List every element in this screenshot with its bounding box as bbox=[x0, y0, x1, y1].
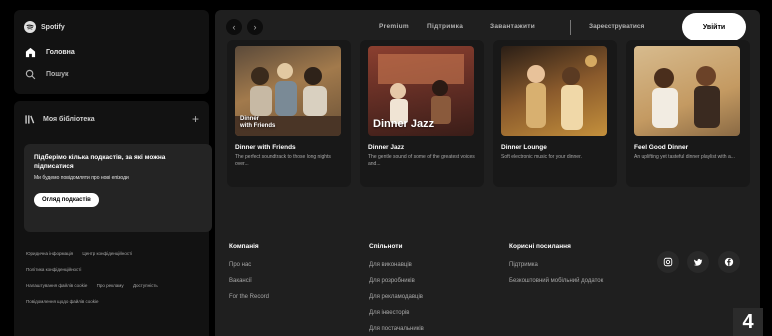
playlist-cover bbox=[634, 46, 740, 136]
cover-overlay-line: Dinner bbox=[240, 116, 260, 122]
playlist-cover: Dinner with Friends bbox=[235, 46, 341, 136]
footer-heading: Компанія bbox=[229, 243, 259, 250]
playlist-title: Dinner Jazz bbox=[368, 144, 405, 151]
playlist-cover bbox=[501, 46, 607, 136]
legal-links: Юридична інформація Центр конфіденційнос… bbox=[26, 250, 198, 314]
cover-overlay-line: with Friends bbox=[240, 123, 276, 129]
playlist-card[interactable]: Dinner Lounge Soft electronic music for … bbox=[493, 40, 617, 187]
cover-art-shapes bbox=[652, 66, 720, 128]
instagram-icon bbox=[663, 257, 673, 267]
cover-overlay: Dinner with Friends bbox=[240, 116, 275, 130]
playlist-card[interactable]: Dinner Jazz Dinner Jazz The gentle sound… bbox=[360, 40, 484, 187]
library-title-button[interactable]: Моя бібліотека bbox=[24, 114, 95, 125]
legal-link[interactable]: Центр конфіденційності bbox=[82, 250, 132, 257]
browse-podcasts-button[interactable]: Огляд подкастів bbox=[34, 193, 99, 207]
facebook-button[interactable] bbox=[718, 251, 740, 273]
library-header: Моя бібліотека + bbox=[24, 111, 199, 127]
cover-overlay: Dinner Jazz bbox=[373, 118, 434, 130]
search-icon bbox=[24, 68, 36, 80]
support-link[interactable]: Підтримка bbox=[427, 23, 463, 30]
footer-column-company: Компанія Про нас Вакансії For the Record bbox=[229, 243, 269, 309]
topbar: ‹ › Premium Підтримка Завантажити Зареєс… bbox=[215, 10, 760, 44]
main-content: ‹ › Premium Підтримка Завантажити Зареєс… bbox=[215, 10, 760, 336]
promo-subtitle: Ми будемо повідомляти про нові епізоди bbox=[34, 175, 129, 181]
legal-link[interactable]: Юридична інформація bbox=[26, 250, 73, 257]
sidebar-item-label: Головна bbox=[46, 48, 75, 56]
playlist-cover: Dinner Jazz bbox=[368, 46, 474, 136]
chevron-left-icon: ‹ bbox=[232, 22, 236, 32]
twitter-button[interactable] bbox=[687, 251, 709, 273]
footer-link[interactable]: Вакансії bbox=[229, 277, 269, 285]
footer-column-useful-links: Корисні посилання Підтримка Безкоштовний… bbox=[509, 243, 629, 293]
playlist-card[interactable]: Dinner with Friends Dinner with Friends … bbox=[227, 40, 351, 187]
footer-link[interactable]: Безкоштовний мобільний додаток bbox=[509, 277, 629, 285]
footer-link[interactable]: Підтримка bbox=[509, 261, 629, 269]
playlist-description: Soft electronic music for your dinner. bbox=[501, 154, 582, 160]
playlist-card[interactable]: Feel Good Dinner An uplifting yet tastef… bbox=[626, 40, 750, 187]
footer-link[interactable]: Для постачальників bbox=[369, 325, 424, 333]
footer-column-communities: Спільноти Для виконавців Для розробників… bbox=[369, 243, 424, 336]
playlist-title: Dinner Lounge bbox=[501, 144, 547, 151]
podcast-promo-card: Підберімо кілька подкастів, за які можна… bbox=[24, 144, 212, 232]
footer-heading: Корисні посилання bbox=[509, 243, 571, 250]
corner-number-badge: 4 bbox=[733, 308, 763, 336]
playlist-title: Dinner with Friends bbox=[235, 144, 296, 151]
playlist-description: An uplifting yet tasteful dinner playlis… bbox=[634, 154, 735, 160]
home-icon bbox=[24, 46, 36, 58]
legal-link[interactable]: Політика конфіденційності bbox=[26, 266, 81, 273]
library-icon bbox=[25, 114, 35, 124]
footer-link[interactable]: Для виконавців bbox=[369, 261, 424, 269]
cover-overlay-line: Dinner Jazz bbox=[373, 118, 435, 130]
playlist-title: Feel Good Dinner bbox=[634, 144, 689, 151]
create-playlist-button[interactable]: + bbox=[192, 113, 199, 125]
premium-link[interactable]: Premium bbox=[379, 23, 409, 30]
spotify-logo-icon bbox=[24, 21, 36, 33]
sidebar-item-home[interactable]: Головна bbox=[24, 46, 199, 58]
footer-heading: Спільноти bbox=[369, 243, 403, 250]
cover-art-shapes bbox=[526, 55, 597, 130]
forward-button[interactable]: › bbox=[247, 19, 263, 35]
facebook-icon bbox=[724, 257, 734, 267]
login-button[interactable]: Увійти bbox=[682, 13, 746, 41]
spotify-logo[interactable]: Spotify bbox=[24, 18, 199, 36]
playlist-description: The gentle sound of some of the greatest… bbox=[368, 154, 475, 167]
promo-title: Підберімо кілька подкастів, за які можна… bbox=[34, 154, 166, 170]
instagram-button[interactable] bbox=[657, 251, 679, 273]
sidebar-item-search[interactable]: Пошук bbox=[24, 68, 199, 80]
chevron-right-icon: › bbox=[253, 22, 257, 32]
legal-link[interactable]: Повідомлення щодо файлів cookie bbox=[26, 298, 99, 305]
footer-link[interactable]: For the Record bbox=[229, 293, 269, 301]
playlist-description: The perfect soundtrack to those long nig… bbox=[235, 154, 331, 167]
twitter-icon bbox=[693, 258, 703, 266]
logo-text: Spotify bbox=[41, 23, 65, 31]
sidebar-item-label: Пошук bbox=[46, 70, 69, 78]
signup-link[interactable]: Зареєструватися bbox=[589, 23, 644, 30]
legal-link[interactable]: Доступність bbox=[133, 282, 158, 289]
footer-link[interactable]: Для інвесторів bbox=[369, 309, 424, 317]
library-title: Моя бібліотека bbox=[43, 115, 95, 123]
legal-link[interactable]: Про рекламу bbox=[97, 282, 124, 289]
topbar-divider bbox=[570, 20, 571, 35]
download-link[interactable]: Завантажити bbox=[490, 23, 535, 30]
footer-link[interactable]: Про нас bbox=[229, 261, 269, 269]
legal-link[interactable]: Налаштування файлів cookie bbox=[26, 282, 87, 289]
footer-link[interactable]: Для рекламодавців bbox=[369, 293, 424, 301]
back-button[interactable]: ‹ bbox=[226, 19, 242, 35]
sidebar-nav-panel: Spotify Головна Пошук bbox=[14, 10, 209, 94]
footer-link[interactable]: Для розробників bbox=[369, 277, 424, 285]
